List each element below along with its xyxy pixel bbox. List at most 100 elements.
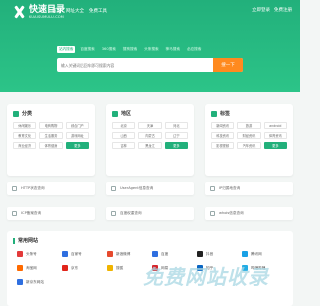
category-icon <box>13 110 19 117</box>
tag-card: 标签 新闻资讯 旅游 android 科技资讯 财经资讯 体育资讯 影视视频 汽… <box>205 104 293 176</box>
logo-x-icon <box>12 5 26 19</box>
region-tag[interactable]: 黑龙江 <box>138 142 162 149</box>
title-accent-bar <box>13 237 15 244</box>
site-favicon-icon <box>62 251 68 257</box>
popular-site-link[interactable]: 新京东网站 <box>17 279 62 285</box>
region-tag[interactable]: 内蒙古 <box>138 132 162 139</box>
tool-useragent[interactable]: UserAgent信息查询 <box>106 182 194 195</box>
tab-shenma[interactable]: 神马搜索 <box>164 46 182 53</box>
tag-item[interactable]: 新闻资讯 <box>211 122 235 129</box>
nav-directory[interactable]: 网址大全 <box>66 8 84 14</box>
site-label: 新京东网站 <box>26 279 44 284</box>
top-nav: 首页 网址大全 免费工具 <box>52 8 107 14</box>
tag-item[interactable]: 旅游 <box>237 122 261 129</box>
search-engine-tabs: 站内搜索 百度搜索 360搜索 搜狗搜索 头条搜索 神马搜索 必应搜索 <box>57 46 203 53</box>
region-tags: 北京 天津 河北 山西 内蒙古 辽宁 吉林 黑龙江 更多 <box>112 122 188 149</box>
category-tag[interactable]: 电商购物 <box>39 122 63 129</box>
tab-site-search[interactable]: 站内搜索 <box>57 46 76 53</box>
popular-site-link[interactable]: 抖音 <box>197 251 242 257</box>
region-tag[interactable]: 北京 <box>112 122 136 129</box>
tool-label: 百度权重查询 <box>120 211 142 215</box>
hero-banner: 快速目录 KUAISUMULU.COM 首页 网址大全 免费工具 立即登录 免费… <box>0 0 300 92</box>
nav-home[interactable]: 首页 <box>52 8 61 14</box>
tab-baidu[interactable]: 百度搜索 <box>78 46 96 53</box>
tool-baidu-weight[interactable]: 百度权重查询 <box>106 207 194 220</box>
tool-icon <box>111 186 116 191</box>
site-label: 腾讯网 <box>251 251 262 256</box>
site-label: 淘宝网 <box>26 265 37 270</box>
tool-icon <box>210 186 215 191</box>
tag-item[interactable]: 影视视频 <box>211 142 235 149</box>
site-favicon-icon <box>242 251 248 257</box>
tool-icp-lookup[interactable]: ICP备案查询 <box>7 207 95 220</box>
tag-item[interactable]: 体育资讯 <box>263 132 287 139</box>
tag-item[interactable]: 汽车资讯 <box>237 142 261 149</box>
tool-icon <box>111 211 116 216</box>
register-link[interactable]: 免费注册 <box>274 7 292 13</box>
region-more-button[interactable]: 更多 <box>164 142 188 149</box>
site-label: 新浪微博 <box>116 251 131 256</box>
site-label: 百家号 <box>71 251 82 256</box>
tag-more-button[interactable]: 更多 <box>263 142 287 149</box>
category-card-header: 分类 <box>13 110 32 117</box>
category-tag[interactable]: 休闲娱乐 <box>13 122 37 129</box>
logo-subtitle: KUAISUMULU.COM <box>29 14 65 19</box>
category-tag[interactable]: 体育健身 <box>39 142 63 149</box>
site-favicon-icon <box>17 251 23 257</box>
search-button[interactable]: 搜一下 <box>213 58 243 72</box>
category-tag[interactable]: 生活服务 <box>39 132 63 139</box>
popular-site-link[interactable]: 百度 <box>152 251 197 257</box>
tool-label: whois信息查询 <box>219 211 244 215</box>
tool-icon <box>12 211 17 216</box>
site-favicon-icon <box>107 251 113 257</box>
tool-whois[interactable]: whois信息查询 <box>205 207 293 220</box>
tool-ip-lookup[interactable]: IP归属地查询 <box>205 182 293 195</box>
tool-label: ICP备案查询 <box>21 211 42 215</box>
login-link[interactable]: 立即登录 <box>252 7 270 13</box>
region-tag[interactable]: 吉林 <box>112 142 136 149</box>
category-tag[interactable]: 综合门户 <box>65 122 89 129</box>
category-more-button[interactable]: 更多 <box>65 142 89 149</box>
auth-links: 立即登录 免费注册 <box>252 7 292 13</box>
nav-tools[interactable]: 免费工具 <box>89 8 107 14</box>
category-tag[interactable]: 游戏网址 <box>65 132 89 139</box>
region-tag[interactable]: 河北 <box>164 122 188 129</box>
popular-site-link[interactable]: 新浪微博 <box>107 251 152 257</box>
category-tags: 休闲娱乐 电商购物 综合门户 教育文化 生活服务 游戏网址 商业经济 体育健身 … <box>13 122 89 149</box>
tool-icon <box>12 186 17 191</box>
tool-icon <box>210 211 215 216</box>
tool-http-status[interactable]: HTTP状态查询 <box>7 182 95 195</box>
tab-360[interactable]: 360搜索 <box>100 46 118 53</box>
site-favicon-icon <box>62 265 68 271</box>
search-input[interactable] <box>57 58 213 72</box>
popular-sites-title: 常用网站 <box>18 238 39 244</box>
popular-site-link[interactable]: 淘宝网 <box>17 265 62 271</box>
watermark-text: 免费网站收录 <box>143 264 269 289</box>
search-bar: 搜一下 <box>57 58 243 72</box>
tag-item[interactable]: android <box>263 122 287 129</box>
tab-bing[interactable]: 必应搜索 <box>185 46 203 53</box>
tag-list: 新闻资讯 旅游 android 科技资讯 财经资讯 体育资讯 影视视频 汽车资讯… <box>211 122 287 149</box>
popular-site-link[interactable]: 百家号 <box>62 251 107 257</box>
site-favicon-icon <box>152 251 158 257</box>
region-tag[interactable]: 辽宁 <box>164 132 188 139</box>
region-tag[interactable]: 山西 <box>112 132 136 139</box>
tag-item[interactable]: 科技资讯 <box>211 132 235 139</box>
popular-site-link[interactable]: 京东 <box>62 265 107 271</box>
popular-site-link[interactable]: 头条号 <box>17 251 62 257</box>
region-tag[interactable]: 天津 <box>138 122 162 129</box>
popular-sites-header: 常用网站 <box>13 237 38 244</box>
tag-item[interactable]: 财经资讯 <box>237 132 261 139</box>
tag-card-header: 标签 <box>211 110 230 117</box>
category-tag[interactable]: 商业经济 <box>13 142 37 149</box>
site-label: 京东 <box>71 265 79 270</box>
category-tag[interactable]: 教育文化 <box>13 132 37 139</box>
region-card-title: 地区 <box>121 111 132 117</box>
popular-site-link[interactable]: 腾讯网 <box>242 251 287 257</box>
tab-sogou[interactable]: 搜狗搜索 <box>121 46 139 53</box>
tab-toutiao[interactable]: 头条搜索 <box>142 46 160 53</box>
category-card: 分类 休闲娱乐 电商购物 综合门户 教育文化 生活服务 游戏网址 商业经济 体育… <box>7 104 95 176</box>
category-card-title: 分类 <box>22 111 33 117</box>
site-favicon-icon <box>17 279 23 285</box>
region-card: 地区 北京 天津 河北 山西 内蒙古 辽宁 吉林 黑龙江 更多 <box>106 104 194 176</box>
